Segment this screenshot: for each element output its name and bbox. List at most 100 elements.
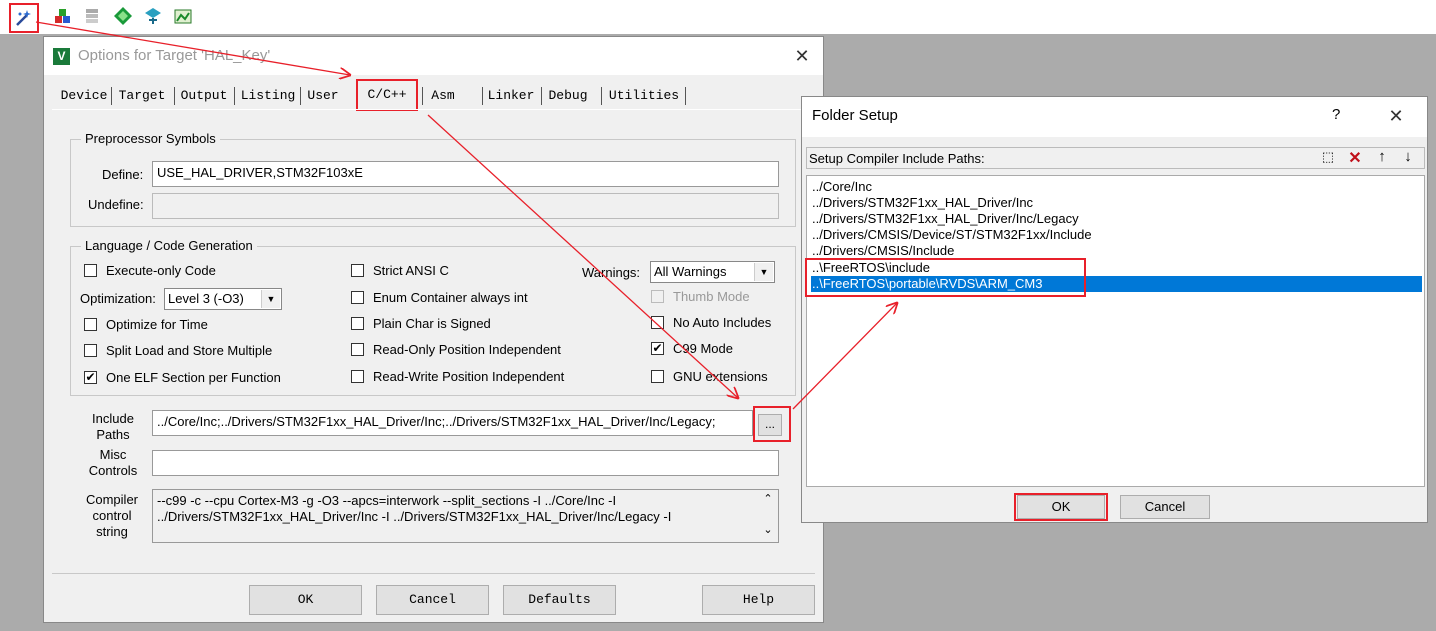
magic-wand-button[interactable] — [9, 3, 39, 33]
compiler-string-box[interactable]: --c99 -c --cpu Cortex-M3 -g -O3 --apcs=i… — [152, 489, 779, 543]
ro-pi-checkbox[interactable] — [351, 343, 364, 356]
scroll-up-icon[interactable]: ⌃ — [760, 492, 776, 508]
list-item[interactable]: ../Drivers/CMSIS/Device/ST/STM32F1xx/Inc… — [812, 227, 1092, 243]
plain-char-label: Plain Char is Signed — [373, 316, 491, 331]
gnu-extensions-checkbox[interactable] — [651, 370, 664, 383]
include-browse-button[interactable]: ... — [758, 414, 782, 436]
include-paths-label-line2: Paths — [96, 427, 130, 442]
define-input[interactable]: USE_HAL_DRIVER,STM32F103xE — [152, 161, 779, 187]
list-item[interactable]: ../Drivers/CMSIS/Include — [812, 243, 954, 259]
batch-build-button[interactable] — [80, 3, 106, 29]
undefine-input[interactable] — [152, 193, 779, 219]
rw-pi-label: Read-Write Position Independent — [373, 369, 565, 384]
tab-separator — [111, 87, 112, 105]
misc-controls-input[interactable] — [152, 450, 779, 476]
preprocessor-group-label: Preprocessor Symbols — [81, 131, 220, 146]
folder-setup-close-button[interactable]: ✕ — [1384, 106, 1408, 126]
move-up-icon[interactable]: ↑ — [1373, 148, 1391, 166]
paths-list[interactable]: ../Core/Inc ../Drivers/STM32F1xx_HAL_Dri… — [806, 175, 1425, 487]
undefine-label: Undefine: — [88, 197, 144, 212]
tab-utilities[interactable]: Utilities — [604, 85, 684, 107]
list-item[interactable]: ../Core/Inc — [812, 179, 872, 195]
tab-user[interactable]: User — [303, 85, 343, 107]
plain-char-checkbox[interactable] — [351, 317, 364, 330]
tab-listing[interactable]: Listing — [237, 85, 299, 107]
scroll-down-icon[interactable]: ⌄ — [760, 523, 776, 539]
compiler-string-label-line3: string — [96, 524, 128, 539]
tab-device[interactable]: Device — [59, 85, 109, 107]
build-target-button[interactable] — [50, 3, 76, 29]
include-paths-input[interactable]: ../Core/Inc;../Drivers/STM32F1xx_HAL_Dri… — [152, 410, 753, 436]
no-auto-includes-label: No Auto Includes — [673, 315, 772, 330]
tab-c-cpp[interactable]: C/C++ — [356, 79, 418, 111]
strict-ansi-checkbox[interactable] — [351, 264, 364, 277]
thumb-mode-checkbox[interactable] — [651, 290, 664, 303]
options-close-button[interactable]: ✕ — [790, 46, 814, 66]
compiler-string-label: Compiler control string — [84, 492, 140, 540]
help-button[interactable]: Help — [702, 585, 815, 615]
tab-separator — [541, 87, 542, 105]
split-load-checkbox[interactable] — [84, 344, 97, 357]
misc-controls-label: Misc Controls — [88, 447, 138, 479]
tools-button[interactable] — [140, 3, 166, 29]
rw-pi-checkbox[interactable] — [351, 370, 364, 383]
list-item[interactable]: ../Drivers/STM32F1xx_HAL_Driver/Inc/Lega… — [812, 211, 1079, 227]
diamond-button[interactable] — [110, 3, 136, 29]
cancel-button[interactable]: Cancel — [376, 585, 489, 615]
one-elf-checkbox[interactable]: ✔ — [84, 371, 97, 384]
help-question-button[interactable]: ? — [1332, 106, 1340, 123]
checkmark-icon: ✔ — [652, 341, 663, 355]
paths-header-label: Setup Compiler Include Paths: — [809, 151, 985, 166]
misc-controls-label-line2: Controls — [88, 463, 138, 478]
misc-controls-label-line1: Misc — [99, 447, 127, 462]
tab-debug[interactable]: Debug — [544, 85, 592, 107]
new-paths-highlight — [805, 258, 1086, 297]
optimization-select[interactable]: Level 3 (-O3) ▼ — [164, 288, 282, 310]
folder-ok-button[interactable]: OK — [1017, 495, 1105, 519]
include-paths-label: Include Paths — [88, 411, 138, 443]
batch-build-icon — [86, 9, 98, 23]
tab-strip-line — [52, 109, 815, 110]
tools-icon — [145, 8, 161, 24]
defaults-button[interactable]: Defaults — [503, 585, 616, 615]
language-group-label: Language / Code Generation — [81, 238, 257, 253]
optimization-value: Level 3 (-O3) — [168, 291, 244, 306]
warnings-label: Warnings: — [582, 265, 641, 280]
tab-separator — [422, 87, 423, 105]
diamond-icon — [114, 7, 132, 25]
c99-mode-label: C99 Mode — [673, 341, 733, 356]
move-down-icon[interactable]: ↓ — [1399, 148, 1417, 166]
checkmark-icon: ✔ — [85, 370, 96, 384]
new-folder-icon[interactable]: ⬚ — [1319, 149, 1337, 167]
options-dialog: V Options for Target 'HAL_Key' ✕ Device … — [43, 36, 824, 623]
one-elf-label: One ELF Section per Function — [106, 370, 281, 385]
chevron-down-icon: ▼ — [754, 263, 773, 281]
dialog-divider — [52, 573, 815, 574]
ok-button[interactable]: OK — [249, 585, 362, 615]
tab-separator — [174, 87, 175, 105]
c99-mode-checkbox[interactable]: ✔ — [651, 342, 664, 355]
folder-cancel-button[interactable]: Cancel — [1120, 495, 1210, 519]
optimize-time-label: Optimize for Time — [106, 317, 208, 332]
list-item[interactable]: ../Drivers/STM32F1xx_HAL_Driver/Inc — [812, 195, 1033, 211]
delete-icon[interactable]: ✕ — [1346, 148, 1364, 167]
tab-separator — [234, 87, 235, 105]
no-auto-includes-checkbox[interactable] — [651, 316, 664, 329]
tab-separator — [300, 87, 301, 105]
tab-linker[interactable]: Linker — [485, 85, 537, 107]
optimization-label: Optimization: — [80, 291, 156, 306]
execute-only-label: Execute-only Code — [106, 263, 216, 278]
execute-only-checkbox[interactable] — [84, 264, 97, 277]
optimize-time-checkbox[interactable] — [84, 318, 97, 331]
include-paths-label-line1: Include — [92, 411, 134, 426]
enum-container-label: Enum Container always int — [373, 290, 528, 305]
pack-button[interactable] — [170, 3, 196, 29]
enum-container-checkbox[interactable] — [351, 291, 364, 304]
build-target-icon — [55, 9, 70, 23]
tab-output[interactable]: Output — [177, 85, 231, 107]
warnings-select[interactable]: All Warnings ▼ — [650, 261, 775, 283]
magic-wand-icon — [16, 10, 31, 26]
tab-asm[interactable]: Asm — [425, 85, 461, 107]
define-label: Define: — [102, 167, 144, 182]
tab-target[interactable]: Target — [115, 85, 169, 107]
